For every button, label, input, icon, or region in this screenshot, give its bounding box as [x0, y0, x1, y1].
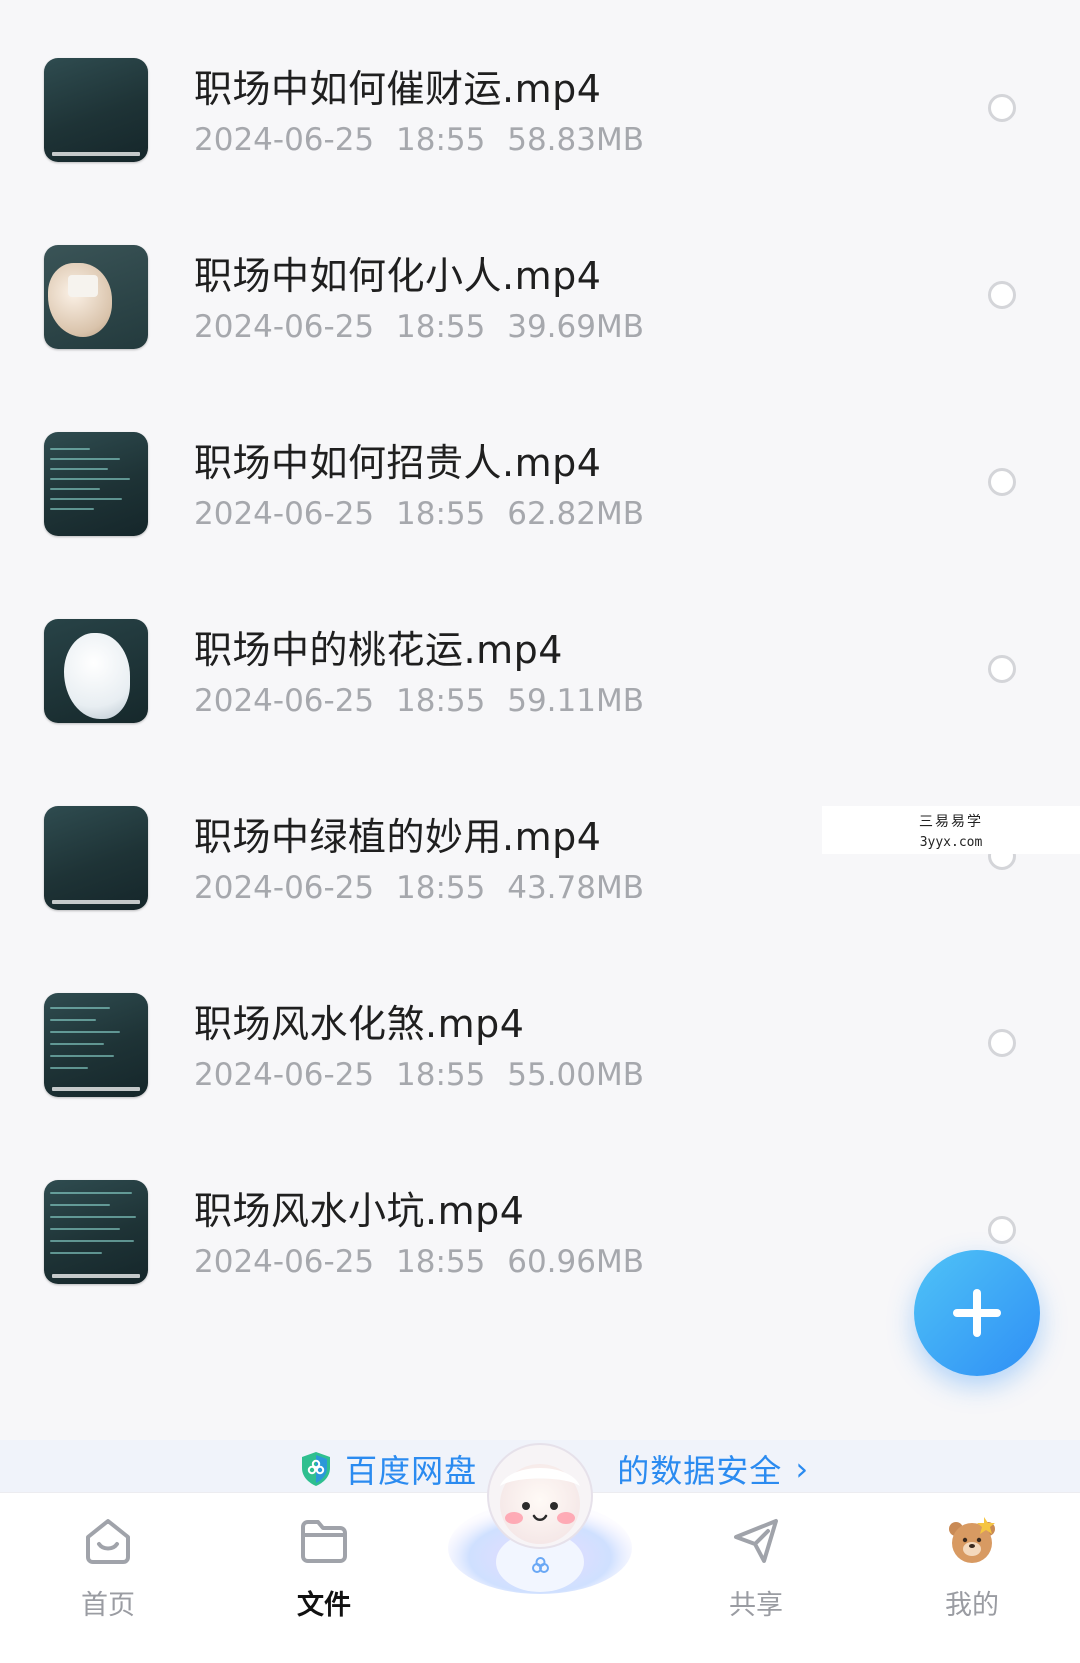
video-thumbnail[interactable] — [44, 1180, 148, 1284]
file-name: 职场中的桃花运.mp4 — [194, 628, 563, 672]
bear-avatar-icon — [949, 1517, 995, 1563]
video-thumbnail[interactable] — [44, 245, 148, 349]
file-size: 62.82MB — [507, 496, 644, 532]
file-name: 职场中如何化小人.mp4 — [194, 254, 602, 298]
file-row[interactable]: 职场中如何化小人.mp4 2024-06-25 18:55 39.69MB — [0, 187, 1080, 374]
file-size: 55.00MB — [507, 1057, 644, 1093]
file-date: 2024-06-25 — [194, 683, 375, 719]
file-date: 2024-06-25 — [194, 496, 375, 532]
tab-mine[interactable]: 我的 — [902, 1507, 1042, 1627]
file-row[interactable]: 职场中如何招贵人.mp4 2024-06-25 18:55 62.82MB — [0, 374, 1080, 561]
file-row[interactable]: 职场风水化煞.mp4 2024-06-25 18:55 55.00MB — [0, 935, 1080, 1122]
file-row[interactable]: 职场风水小坑.mp4 2024-06-25 18:55 60.96MB — [0, 1122, 1080, 1309]
file-time: 18:55 — [396, 122, 486, 158]
video-thumbnail[interactable] — [44, 619, 148, 723]
home-icon — [86, 1519, 130, 1564]
file-date: 2024-06-25 — [194, 870, 375, 906]
file-date: 2024-06-25 — [194, 1244, 375, 1280]
select-radio[interactable] — [988, 94, 1016, 122]
file-row[interactable]: 职场中如何催财运.mp4 2024-06-25 18:55 58.83MB — [0, 0, 1080, 187]
select-radio[interactable] — [988, 1216, 1016, 1244]
file-meta: 2024-06-25 18:55 60.96MB — [194, 1244, 644, 1280]
file-name: 职场中如何催财运.mp4 — [194, 67, 602, 111]
video-thumbnail[interactable] — [44, 58, 148, 162]
file-date: 2024-06-25 — [194, 122, 375, 158]
file-time: 18:55 — [396, 1244, 486, 1280]
file-time: 18:55 — [396, 309, 486, 345]
tab-share[interactable]: 共享 — [686, 1507, 826, 1627]
file-meta: 2024-06-25 18:55 43.78MB — [194, 870, 644, 906]
file-meta: 2024-06-25 18:55 39.69MB — [194, 309, 644, 345]
file-row[interactable]: 职场中的桃花运.mp4 2024-06-25 18:55 59.11MB — [0, 561, 1080, 748]
file-meta: 2024-06-25 18:55 62.82MB — [194, 496, 644, 532]
video-thumbnail[interactable] — [44, 993, 148, 1097]
file-meta: 2024-06-25 18:55 55.00MB — [194, 1057, 644, 1093]
file-size: 59.11MB — [507, 683, 644, 719]
tab-mine-label: 我的 — [945, 1590, 999, 1621]
send-icon — [734, 1519, 778, 1563]
tab-home[interactable]: 首页 — [38, 1507, 178, 1627]
file-name: 职场风水小坑.mp4 — [194, 1189, 525, 1233]
video-thumbnail[interactable] — [44, 806, 148, 910]
watermark: 三易易学 3yyx.com — [822, 806, 1080, 854]
chevron-right-icon: › — [795, 1450, 809, 1488]
select-radio[interactable] — [988, 468, 1016, 496]
shield-icon — [302, 1452, 330, 1486]
file-time: 18:55 — [396, 870, 486, 906]
folder-icon — [301, 1520, 347, 1563]
file-name: 职场中如何招贵人.mp4 — [194, 441, 602, 485]
tab-files-label: 文件 — [297, 1590, 351, 1621]
select-radio[interactable] — [988, 1029, 1016, 1057]
add-button[interactable] — [914, 1250, 1040, 1376]
ai-assistant-mascot-icon[interactable] — [440, 1440, 640, 1600]
file-date: 2024-06-25 — [194, 1057, 375, 1093]
select-radio[interactable] — [988, 655, 1016, 683]
select-radio[interactable] — [988, 281, 1016, 309]
file-time: 18:55 — [396, 1057, 486, 1093]
tab-share-label: 共享 — [729, 1590, 783, 1621]
tab-files[interactable]: 文件 — [254, 1507, 394, 1627]
watermark-line1: 三易易学 — [919, 814, 983, 830]
tab-home-label: 首页 — [81, 1590, 135, 1621]
file-size: 39.69MB — [507, 309, 644, 345]
file-meta: 2024-06-25 18:55 59.11MB — [194, 683, 644, 719]
file-time: 18:55 — [396, 496, 486, 532]
file-name: 职场风水化煞.mp4 — [194, 1002, 525, 1046]
file-size: 58.83MB — [507, 122, 644, 158]
file-name: 职场中绿植的妙用.mp4 — [194, 815, 602, 859]
file-time: 18:55 — [396, 683, 486, 719]
banner-text-part2: 的数据安全 — [617, 1452, 783, 1490]
watermark-line2: 3yyx.com — [919, 835, 983, 850]
video-thumbnail[interactable] — [44, 432, 148, 536]
file-meta: 2024-06-25 18:55 58.83MB — [194, 122, 644, 158]
file-size: 43.78MB — [507, 870, 644, 906]
file-date: 2024-06-25 — [194, 309, 375, 345]
file-size: 60.96MB — [507, 1244, 644, 1280]
